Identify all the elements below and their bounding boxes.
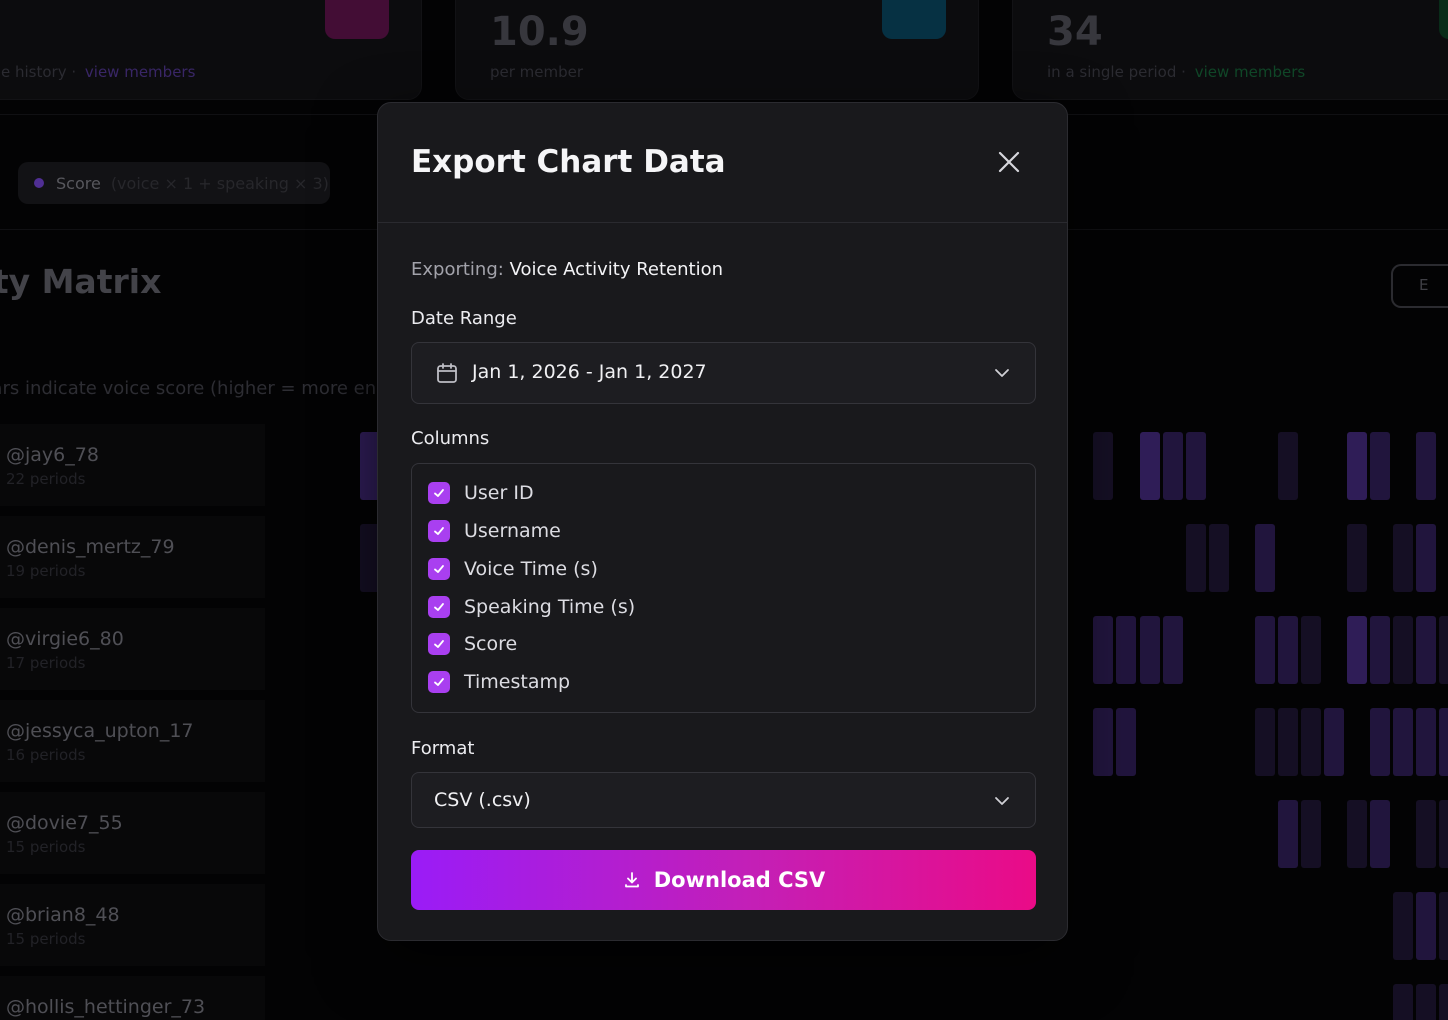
exporting-info: Exporting: Voice Activity Retention: [411, 259, 724, 280]
download-csv-button[interactable]: Download CSV: [411, 850, 1036, 910]
column-checkbox-username[interactable]: Username: [428, 520, 561, 542]
checkbox[interactable]: [428, 671, 450, 693]
checkbox[interactable]: [428, 482, 450, 504]
columns-label: Columns: [411, 428, 490, 449]
chevron-down-icon: [995, 797, 1009, 805]
close-icon: [998, 151, 1020, 173]
columns-list: User ID Username Voice Time (s) Speaking…: [411, 463, 1036, 713]
chevron-down-icon: [995, 369, 1009, 377]
modal-header: Export Chart Data: [378, 103, 1067, 223]
format-label: Format: [411, 738, 475, 759]
calendar-icon: [437, 363, 457, 383]
date-range-select[interactable]: Jan 1, 2026 - Jan 1, 2027: [411, 342, 1036, 404]
export-modal: Export Chart Data Exporting: Voice Activ…: [377, 102, 1068, 941]
download-icon: [624, 872, 639, 888]
format-select[interactable]: CSV (.csv): [411, 772, 1036, 828]
check-icon: [434, 527, 444, 535]
check-icon: [434, 603, 444, 611]
check-icon: [434, 565, 444, 573]
checkbox[interactable]: [428, 520, 450, 542]
column-checkbox-score[interactable]: Score: [428, 633, 517, 655]
check-icon: [434, 640, 444, 648]
checkbox[interactable]: [428, 558, 450, 580]
checkbox[interactable]: [428, 596, 450, 618]
date-range-value: Jan 1, 2026 - Jan 1, 2027: [472, 361, 707, 383]
format-value: CSV (.csv): [434, 789, 531, 811]
column-checkbox-user-id[interactable]: User ID: [428, 482, 534, 504]
close-button[interactable]: [995, 148, 1023, 176]
date-range-label: Date Range: [411, 308, 517, 329]
column-checkbox-speaking-time[interactable]: Speaking Time (s): [428, 596, 635, 618]
column-checkbox-timestamp[interactable]: Timestamp: [428, 671, 570, 693]
checkbox[interactable]: [428, 633, 450, 655]
column-checkbox-voice-time[interactable]: Voice Time (s): [428, 558, 598, 580]
modal-title: Export Chart Data: [411, 144, 726, 180]
check-icon: [434, 489, 444, 497]
check-icon: [434, 678, 444, 686]
